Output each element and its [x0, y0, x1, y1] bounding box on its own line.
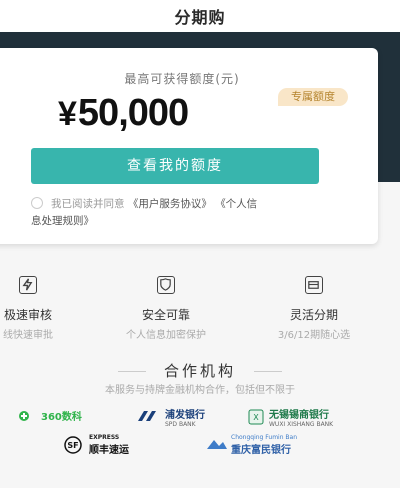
feature-flexible: 灵活分期 3/6/12期随心选 [254, 276, 374, 341]
logo-label: 无锡锡商银行 [269, 410, 329, 421]
user-service-agreement-link[interactable]: 《用户服务协议》 [128, 198, 212, 210]
svg-text:SF: SF [67, 441, 78, 450]
partners-description: 本服务与持牌金融机构合作，包括但不限于 [105, 385, 295, 396]
top-bar: 分期购 [0, 0, 400, 32]
quota-amount: ¥50,000 [58, 92, 189, 135]
view-quota-button[interactable]: 查看我的额度 [31, 148, 319, 184]
logo-spd-bank: 浦发银行 SPD BANK [136, 406, 205, 428]
feature-fast-review: 极速审核 线快速审批 [0, 276, 88, 341]
spd-bank-mark-icon [138, 411, 156, 421]
quota-label: 最高可获得额度(元) [124, 72, 240, 86]
agree-checkbox[interactable] [31, 197, 43, 209]
logo-chongqing-fumin-bank: Chongqing Fumin Ban 重庆富民银行 [206, 434, 297, 456]
privacy-rules-link-part1[interactable]: 《个人信 [215, 198, 257, 210]
logo-sublabel: EXPRESS [89, 434, 120, 441]
feature-subtitle: 个人信息加密保护 [126, 330, 206, 341]
logo-sublabel: WUXI XISHANG BANK [269, 421, 334, 428]
logo-360-shuke: 360数科 [18, 408, 82, 423]
page-title: 分期购 [174, 8, 226, 27]
feature-title: 灵活分期 [289, 308, 338, 322]
shield-icon [157, 276, 175, 294]
amount-value: 50,000 [77, 92, 189, 134]
feature-title: 极速审核 [3, 308, 52, 322]
lightning-icon [19, 276, 37, 294]
logo-label: 浦发银行 [165, 410, 205, 421]
card-icon [305, 276, 323, 294]
logo-label: 顺丰速运 [89, 445, 129, 456]
agree-prefix: 我已阅读并同意 [51, 198, 125, 210]
currency-symbol: ¥ [58, 95, 77, 133]
sf-express-mark-icon: SF [64, 436, 82, 454]
feature-row: 极速审核 线快速审批 安全可靠 个人信息加密保护 灵活分期 3/6/12期随心选 [0, 276, 400, 346]
feature-title: 安全可靠 [141, 308, 190, 322]
logo-wuxi-xishang-bank: X 无锡锡商银行 WUXI XISHANG BANK [248, 406, 333, 428]
feature-subtitle: 线快速审批 [3, 330, 53, 341]
feature-subtitle: 3/6/12期随心选 [277, 330, 351, 341]
exclusive-quota-badge: 专属额度 [278, 88, 348, 106]
quota-card: 最高可获得额度(元) ¥50,000 专属额度 查看我的额度 我已阅读并同意 《… [0, 48, 378, 244]
xishang-bank-mark-icon: X [248, 409, 264, 425]
feature-secure: 安全可靠 个人信息加密保护 [106, 276, 226, 341]
logo-sf-express: SF EXPRESS 顺丰速运 [64, 434, 129, 456]
svg-text:X: X [253, 413, 259, 422]
logo-sublabel: Chongqing Fumin Ban [231, 434, 298, 441]
logo-label: 360数科 [41, 412, 82, 423]
divider-right [254, 371, 282, 372]
partners-title: 合作机构 [163, 362, 236, 380]
logo-sublabel: SPD BANK [165, 421, 196, 428]
logo-360-mark-icon [19, 410, 29, 421]
logo-label: 重庆富民银行 [231, 445, 291, 456]
privacy-rules-link-part2[interactable]: 息处理规则》 [31, 213, 94, 229]
fumin-bank-mark-icon [207, 440, 227, 449]
